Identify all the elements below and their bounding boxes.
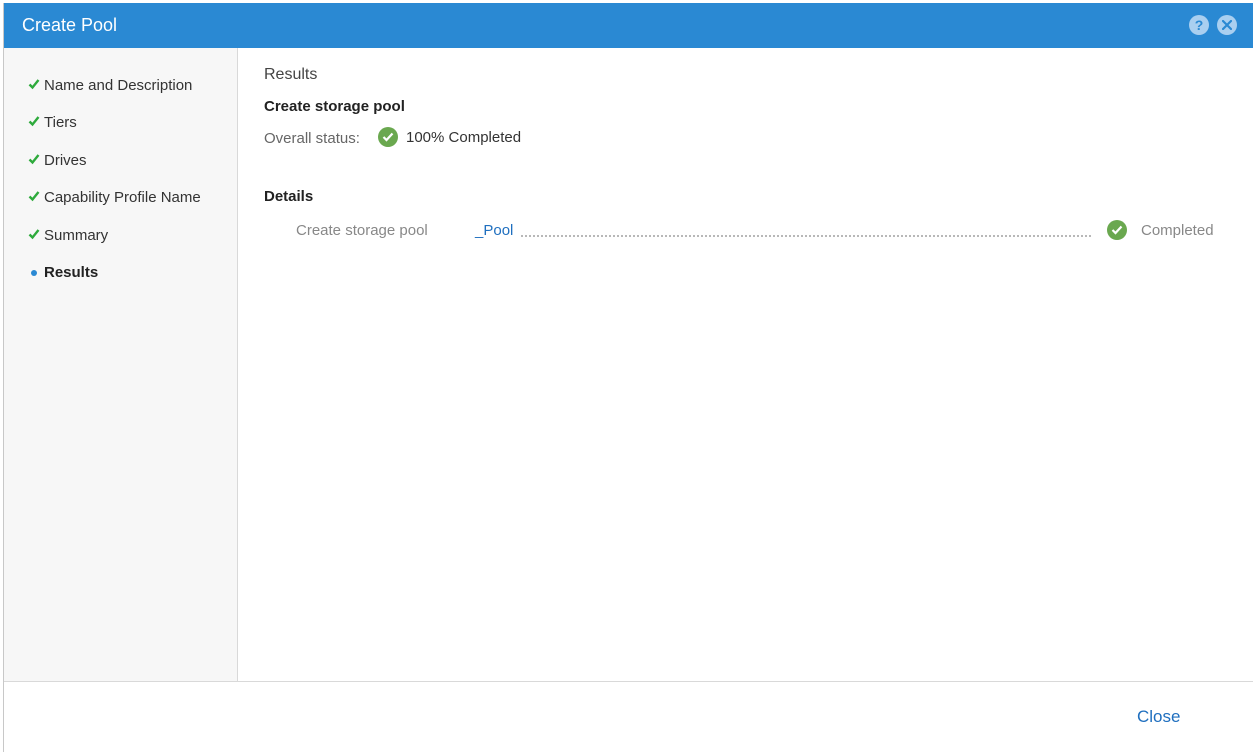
step-label: Name and Description bbox=[44, 77, 193, 94]
step-label: Capability Profile Name bbox=[44, 189, 201, 206]
dotted-leader bbox=[521, 235, 1091, 237]
detail-row: Create storage pool _Pool Completed bbox=[239, 218, 1253, 242]
dialog-titlebar: Create Pool ? bbox=[4, 3, 1253, 48]
check-icon bbox=[28, 154, 40, 165]
step-label: Summary bbox=[44, 227, 109, 244]
step-label: Tiers bbox=[44, 114, 77, 131]
overall-status-label: Overall status: bbox=[264, 130, 360, 147]
check-icon bbox=[28, 79, 40, 90]
detail-status: Completed bbox=[1141, 222, 1214, 239]
current-step-dot-icon bbox=[31, 270, 37, 276]
step-label: Drives bbox=[44, 152, 87, 169]
success-check-icon bbox=[1107, 220, 1127, 240]
check-icon bbox=[28, 116, 40, 127]
operation-title: Create storage pool bbox=[264, 98, 405, 115]
help-icon[interactable]: ? bbox=[1189, 15, 1209, 35]
close-button[interactable]: Close bbox=[1137, 707, 1180, 727]
results-heading: Results bbox=[264, 66, 318, 83]
dialog-title: Create Pool bbox=[22, 15, 118, 35]
success-check-icon bbox=[378, 127, 398, 147]
results-panel: Results Create storage pool Overall stat… bbox=[239, 48, 1253, 681]
create-pool-dialog: Create Pool ? Name and Description Tiers… bbox=[3, 3, 1253, 752]
pool-link[interactable]: _Pool bbox=[475, 222, 513, 239]
check-icon bbox=[28, 191, 40, 202]
check-icon bbox=[28, 229, 40, 240]
step-label: Results bbox=[44, 264, 99, 281]
dialog-footer: Close bbox=[4, 681, 1253, 752]
overall-status-value: 100% Completed bbox=[406, 129, 522, 146]
detail-task: Create storage pool bbox=[296, 222, 428, 239]
details-heading: Details bbox=[264, 188, 314, 205]
wizard-steps: Name and Description Tiers Drives Capabi… bbox=[4, 48, 238, 681]
close-icon[interactable] bbox=[1217, 15, 1237, 35]
